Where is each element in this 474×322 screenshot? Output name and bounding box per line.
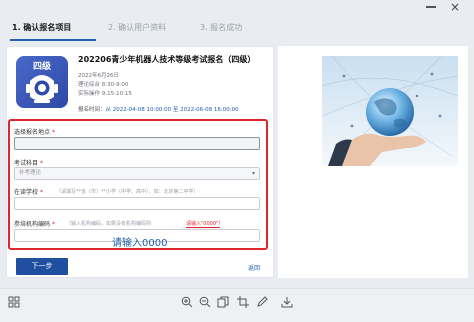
registration-period-value: 从 2022-04-08 10:00:00 至 2022-06-08 16:00… [105,107,239,113]
step-3-label: 3. 报名成功 [200,23,243,32]
level-badge: 四级 [16,56,68,108]
minimize-button[interactable] [426,6,436,8]
subject-select[interactable]: 补考理论 ▾ [14,167,260,180]
registration-period: 报名时间：从 2022-04-08 10:00:00 至 2022-06-08 … [78,105,239,113]
step-indicator: 1. 确认报名项目 2. 确认用户资料 3. 报名成功 [0,18,474,46]
exam-practice-time: 实际操作 9:15-10:15 [78,91,132,97]
subject-value: 补考理论 [19,170,42,176]
robot-icon [26,75,58,103]
school-hint: （请填写**省（市）**小学（中学、高中），如：北京第二中学） [56,189,199,195]
close-button[interactable]: × [447,0,463,14]
location-label: 选择报名地点 * [14,129,55,136]
hand-globe-image [322,56,458,166]
hand-globe-illustration [322,56,458,166]
zoom-in-icon[interactable] [181,296,193,308]
active-step-underline [10,39,96,41]
exam-date: 2022年6月26日 [78,73,119,79]
step-1-label: 1. 确认报名项目 [12,23,72,32]
back-link[interactable]: 返回 [248,263,260,272]
step-2-label: 2. 确认用户资料 [108,23,167,32]
location-select[interactable] [14,137,260,150]
subject-label: 考试科目 * [14,160,43,167]
zoom-out-icon[interactable] [199,296,211,308]
next-button[interactable]: 下一步 [16,258,68,275]
annotation-text: 请输入0000 [112,238,168,249]
download-icon[interactable] [281,296,293,308]
school-input[interactable] [14,197,260,210]
chevron-down-icon: ▾ [251,170,255,177]
grid-icon[interactable] [8,296,20,308]
hint-underline [186,227,220,228]
school-label: 在读学校 * [14,189,43,196]
crop-icon[interactable] [237,296,249,308]
registration-period-label: 报名时间： [78,107,106,113]
edit-icon[interactable] [256,296,268,308]
org-code-hint-highlight: 请输入"0000"） [186,221,224,227]
org-code-label: 参培机构编码 * [14,221,55,228]
copy-icon[interactable] [217,296,229,308]
exam-title: 202206青少年机器人技术等级考试报名（四级） [78,55,256,64]
org-code-hint: （输入机构编码，如果没有机构编码则 [66,221,152,227]
exam-theory-time: 理论综合 8:30-9:00 [78,82,129,88]
